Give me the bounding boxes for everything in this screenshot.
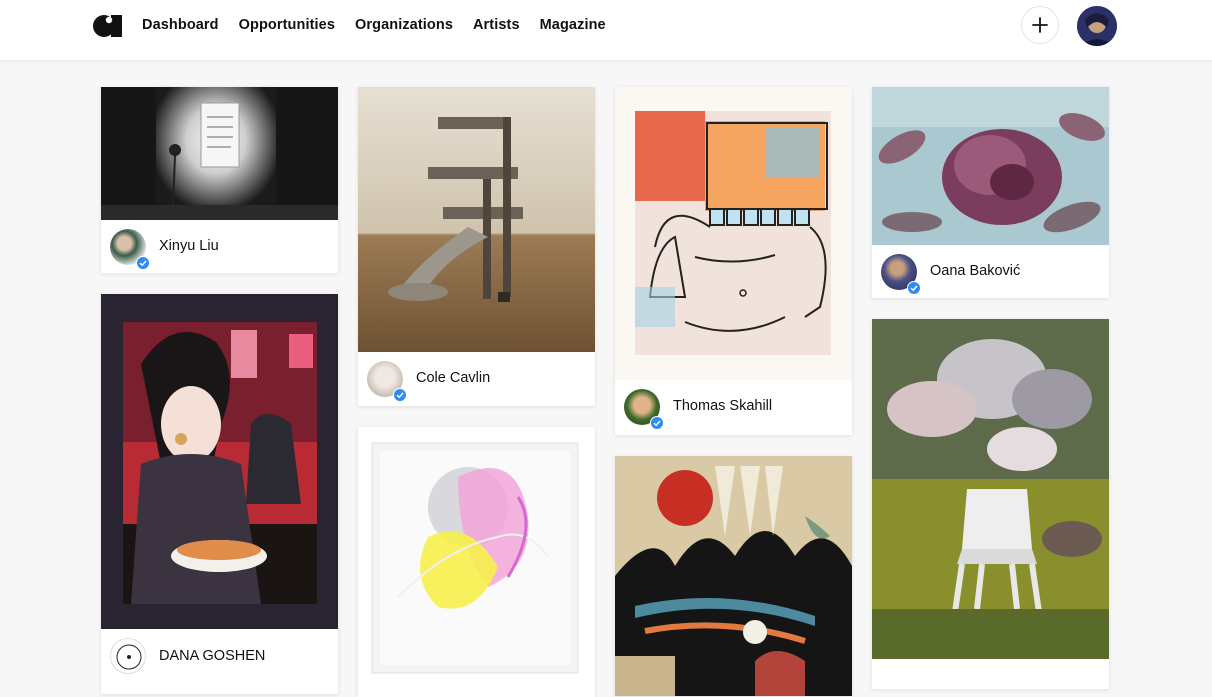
artist-name[interactable]: Cole Cavlin [416,370,490,386]
artwork-image[interactable] [101,294,338,629]
user-avatar[interactable] [1077,6,1117,46]
nav-artists[interactable]: Artists [473,17,520,33]
nav-organizations[interactable]: Organizations [355,17,453,33]
card-footer: Xinyu Liu [101,220,338,273]
verified-badge-icon [907,281,921,295]
artwork-card[interactable] [872,319,1109,689]
brand-logo[interactable] [93,14,123,38]
verified-badge-icon [650,416,664,430]
artwork-image[interactable] [615,87,852,380]
card-footer: Oana Baković [872,245,1109,298]
card-footer: Cole Cavlin [358,352,595,406]
artist-avatar[interactable] [110,638,146,674]
artwork-image[interactable] [358,87,595,352]
artwork-image[interactable] [872,319,1109,659]
artist-name[interactable]: Oana Baković [930,263,1020,279]
logo-avatar-image [116,644,142,670]
artwork-image[interactable] [358,427,595,697]
nav-dashboard[interactable]: Dashboard [142,17,219,33]
nav-opportunities[interactable]: Opportunities [239,17,335,33]
artwork-card[interactable]: Thomas Skahill [615,87,852,435]
artist-name[interactable]: Thomas Skahill [673,398,772,414]
verified-badge-icon [136,256,150,270]
verified-badge-icon [393,388,407,402]
artwork-card[interactable]: Oana Baković [872,87,1109,298]
artwork-image[interactable] [615,456,852,696]
main-nav: Dashboard Opportunities Organizations Ar… [142,0,606,50]
card-footer: Thomas Skahill [615,380,852,434]
top-navigation-bar: Dashboard Opportunities Organizations Ar… [0,0,1212,61]
artist-name[interactable]: Xinyu Liu [159,238,219,254]
artwork-card[interactable]: Xinyu Liu [101,87,338,273]
artwork-image[interactable] [872,87,1109,245]
artwork-card[interactable]: DANA GOSHEN [101,294,338,694]
create-button[interactable] [1021,6,1059,44]
plus-icon [1032,17,1048,33]
artwork-image[interactable] [101,87,338,220]
nav-magazine[interactable]: Magazine [540,17,606,33]
card-footer: DANA GOSHEN [101,629,338,683]
artwork-card[interactable] [358,427,595,697]
avatar-image [1077,6,1117,46]
artwork-card[interactable]: Cole Cavlin [358,87,595,406]
artwork-card[interactable] [615,456,852,696]
artist-name[interactable]: DANA GOSHEN [159,648,265,664]
